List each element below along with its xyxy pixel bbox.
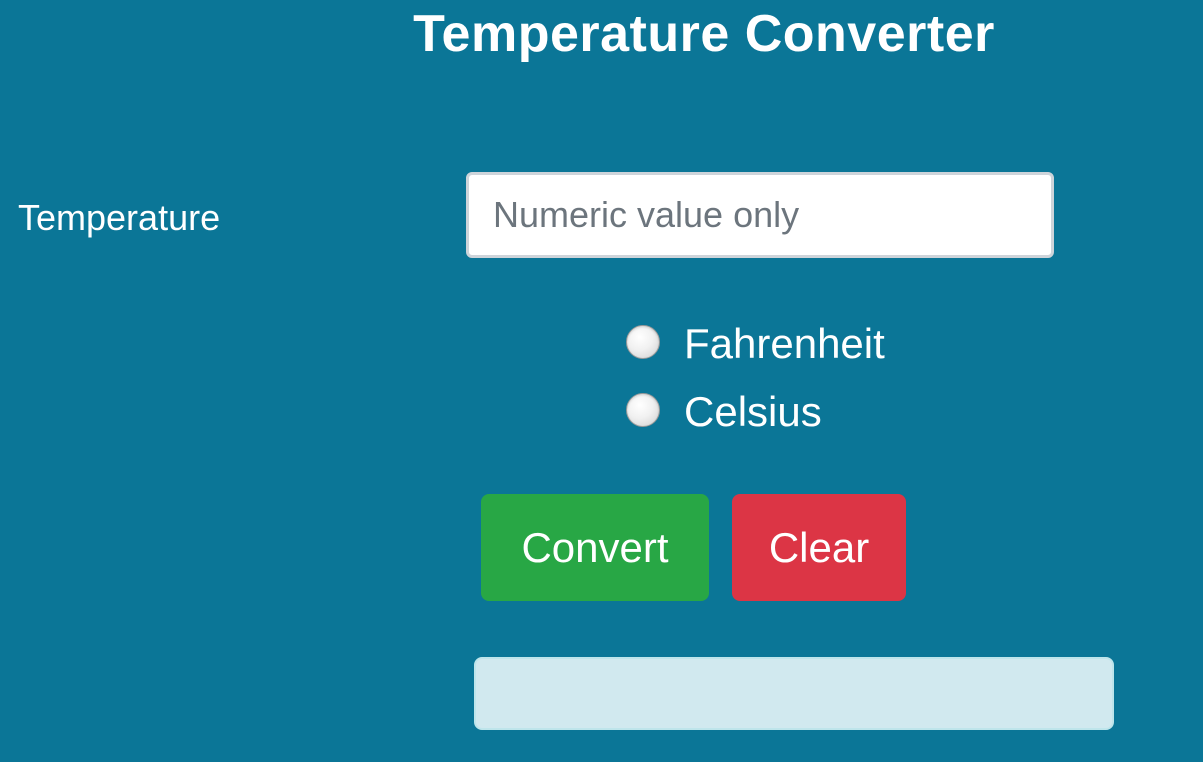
celsius-label[interactable]: Celsius [684,386,822,438]
temperature-input[interactable] [466,172,1054,258]
celsius-radio-button[interactable] [626,393,660,427]
temperature-label: Temperature [18,197,221,238]
result-output [474,657,1114,730]
radio-option-celsius[interactable]: Celsius [626,382,822,438]
fahrenheit-label[interactable]: Fahrenheit [684,318,885,370]
clear-button[interactable]: Clear [732,494,906,601]
fahrenheit-radio-button[interactable] [626,325,660,359]
page-title: Temperature Converter [413,5,995,63]
convert-button[interactable]: Convert [481,494,709,601]
radio-option-fahrenheit[interactable]: Fahrenheit [626,314,885,370]
